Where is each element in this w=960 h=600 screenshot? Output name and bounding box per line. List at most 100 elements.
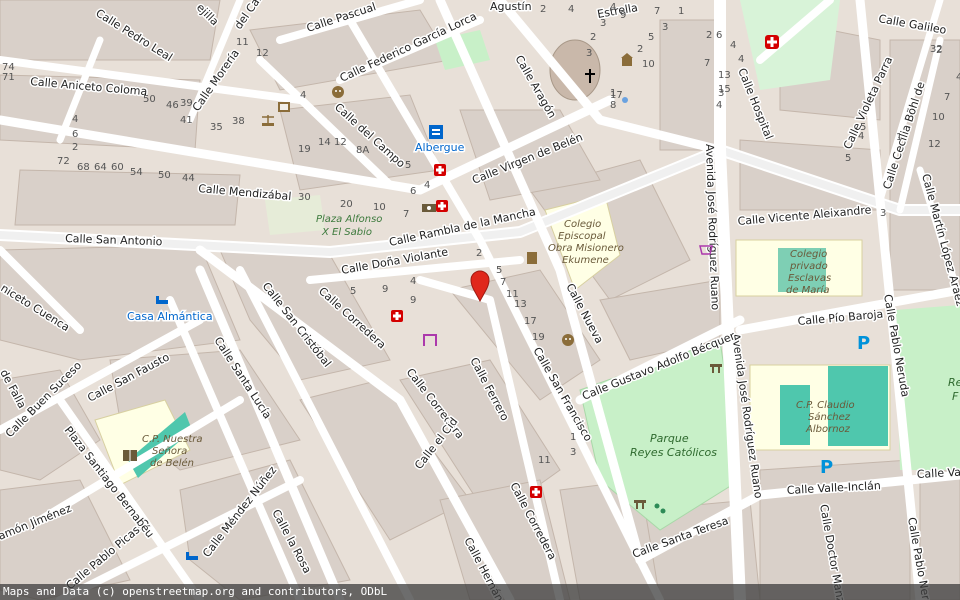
- atm-icon[interactable]: [422, 204, 436, 212]
- hospital-green-area: [740, 0, 840, 90]
- label-albergue[interactable]: Albergue: [414, 140, 467, 156]
- museum-icon[interactable]: [527, 252, 537, 264]
- house-number: 1: [678, 6, 684, 17]
- house-number: 68: [77, 162, 90, 173]
- house-number: 8: [610, 100, 616, 111]
- house-number: 7: [500, 277, 506, 288]
- theatre-icon[interactable]: [562, 334, 574, 346]
- house-number: 13: [718, 70, 731, 81]
- house-number: 71: [2, 72, 15, 83]
- house-number: 44: [182, 173, 195, 184]
- house-number: 38: [232, 116, 245, 127]
- museum-icon[interactable]: [621, 53, 633, 66]
- svg-text:P: P: [820, 457, 833, 478]
- label-colegio-privado-4: de María: [786, 284, 829, 296]
- house-number: 17: [524, 316, 537, 327]
- house-number: 9: [410, 295, 416, 306]
- house-number: 4: [424, 180, 430, 191]
- house-number: 3: [880, 208, 886, 219]
- house-number: 4: [410, 276, 416, 287]
- house-number: 5: [648, 32, 654, 43]
- house-number: 4: [568, 4, 574, 15]
- house-number: 10: [373, 202, 386, 213]
- house-number: 8A: [356, 145, 369, 156]
- house-number: 5: [405, 160, 411, 171]
- house-number: 5: [860, 122, 866, 133]
- theatre-icon[interactable]: [332, 86, 344, 98]
- house-number: 11: [236, 37, 249, 48]
- house-number: 41: [180, 115, 193, 126]
- attribution-bar: Maps and Data (c) openstreetmap.org and …: [0, 584, 960, 600]
- house-number: 4: [956, 72, 960, 83]
- house-number: 9: [382, 284, 388, 295]
- house-number: 30: [298, 192, 311, 203]
- house-number: 50: [143, 94, 156, 105]
- cinema-icon[interactable]: [278, 102, 290, 112]
- house-number: 5: [496, 265, 502, 276]
- pharmacy-icon[interactable]: [530, 486, 542, 498]
- house-number: 4: [738, 54, 744, 65]
- house-number: 19: [532, 332, 545, 343]
- house-number: 15: [718, 84, 731, 95]
- house-number: 3: [586, 48, 592, 59]
- library-icon[interactable]: [123, 450, 137, 461]
- fountain-icon: [622, 97, 628, 103]
- parking-icon[interactable]: P: [820, 457, 833, 478]
- house-number: 7: [403, 209, 409, 220]
- label-colegio-episcopal-1: Colegio: [564, 219, 601, 230]
- house-number: 35: [210, 122, 223, 133]
- house-number: 7: [654, 6, 660, 17]
- house-number: 50: [158, 170, 171, 181]
- house-number: 2: [476, 248, 482, 259]
- label-parque-1: Parque: [650, 432, 689, 445]
- house-number: 11: [538, 455, 551, 466]
- house-number: 14: [318, 137, 331, 148]
- house-number: 4: [300, 90, 306, 101]
- house-number: 2: [590, 32, 596, 43]
- parking-icon[interactable]: P: [857, 333, 870, 354]
- pharmacy-icon[interactable]: [436, 200, 448, 212]
- house-number: 3: [662, 22, 668, 33]
- house-number: 7: [704, 58, 710, 69]
- label-casa-almantica[interactable]: Casa Almántica: [126, 309, 215, 325]
- house-number: 1: [896, 132, 902, 143]
- courthouse-icon[interactable]: [262, 115, 274, 126]
- house-number: 6: [410, 186, 416, 197]
- hospital-icon[interactable]: [765, 35, 779, 49]
- house-number: 12: [334, 137, 347, 148]
- house-number: 6: [72, 129, 78, 140]
- house-number: 7: [944, 92, 950, 103]
- house-number: 2: [72, 142, 78, 153]
- house-number: 10: [932, 112, 945, 123]
- house-number: 10: [642, 59, 655, 70]
- house-number: 4: [610, 2, 616, 13]
- label-cp-nuestra-1: C.P. Nuestra: [142, 434, 203, 445]
- house-number: 64: [94, 162, 107, 173]
- house-number: 4: [730, 40, 736, 51]
- hostel-icon[interactable]: [429, 125, 443, 139]
- house-number: 2: [706, 30, 712, 41]
- label-re-2: F: [952, 390, 959, 403]
- label-cp-nuestra-2: Señora: [152, 446, 187, 457]
- hotel-icon[interactable]: [423, 334, 437, 346]
- label-re-1: Re: [948, 376, 960, 389]
- label-colegio-privado-3: Esclavas: [788, 273, 831, 284]
- svg-text:P: P: [857, 333, 870, 354]
- street-pio-baroja: Calle Pío Baroja: [797, 308, 884, 328]
- house-number: 5: [845, 153, 851, 164]
- house-number: 19: [298, 144, 311, 155]
- house-number: 54: [130, 167, 143, 178]
- pharmacy-icon[interactable]: [434, 164, 446, 176]
- label-colegio-episcopal-4: Ekumene: [562, 255, 609, 266]
- label-cp-claudio-3: Albornoz: [805, 424, 851, 435]
- label-cp-claudio-1: C.P. Claudio: [796, 400, 855, 411]
- pharmacy-icon[interactable]: [391, 310, 403, 322]
- label-colegio-episcopal-2: Episcopal: [558, 231, 606, 242]
- house-number: 2: [540, 4, 546, 15]
- house-number: 2: [637, 44, 643, 55]
- house-number: 3: [600, 18, 606, 29]
- street-valle-short: Calle Va: [916, 466, 960, 481]
- house-number: 12: [928, 139, 941, 150]
- house-number: 20: [340, 199, 353, 210]
- map-canvas[interactable]: Calle Galileo Calle Hospital Calle Viole…: [0, 0, 960, 600]
